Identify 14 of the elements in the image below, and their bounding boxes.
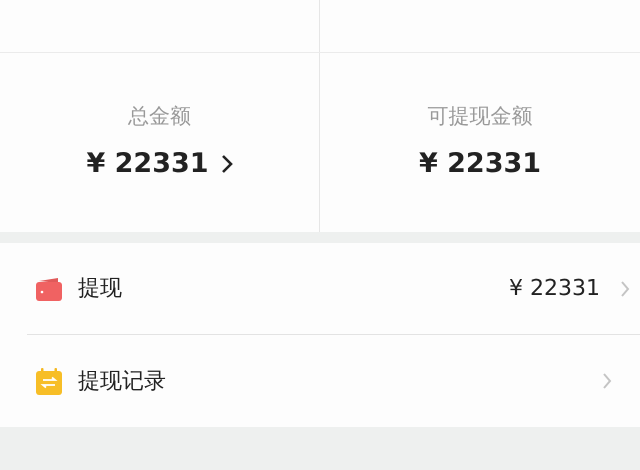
amount-link[interactable]: ¥ 22331 bbox=[86, 144, 233, 184]
calendar-icon bbox=[36, 368, 62, 394]
menu-item[interactable]: 提现记录 bbox=[27, 335, 640, 427]
menu-item[interactable]: 提现 ¥ 22331 bbox=[27, 243, 640, 335]
chevron-icon bbox=[620, 280, 630, 298]
menu-label: 提现记录 bbox=[78, 368, 166, 396]
amount-label: 可提现金额 bbox=[428, 102, 532, 130]
amount-label: 总金额 bbox=[128, 102, 191, 130]
menu-label: 提现 bbox=[78, 275, 122, 303]
menu-value: ¥ 22331 bbox=[509, 275, 600, 303]
chevron-icon bbox=[602, 372, 612, 390]
amount-value: ¥ 22331 bbox=[418, 147, 542, 181]
chevron-icon bbox=[220, 154, 233, 174]
wallet-icon bbox=[36, 276, 62, 300]
